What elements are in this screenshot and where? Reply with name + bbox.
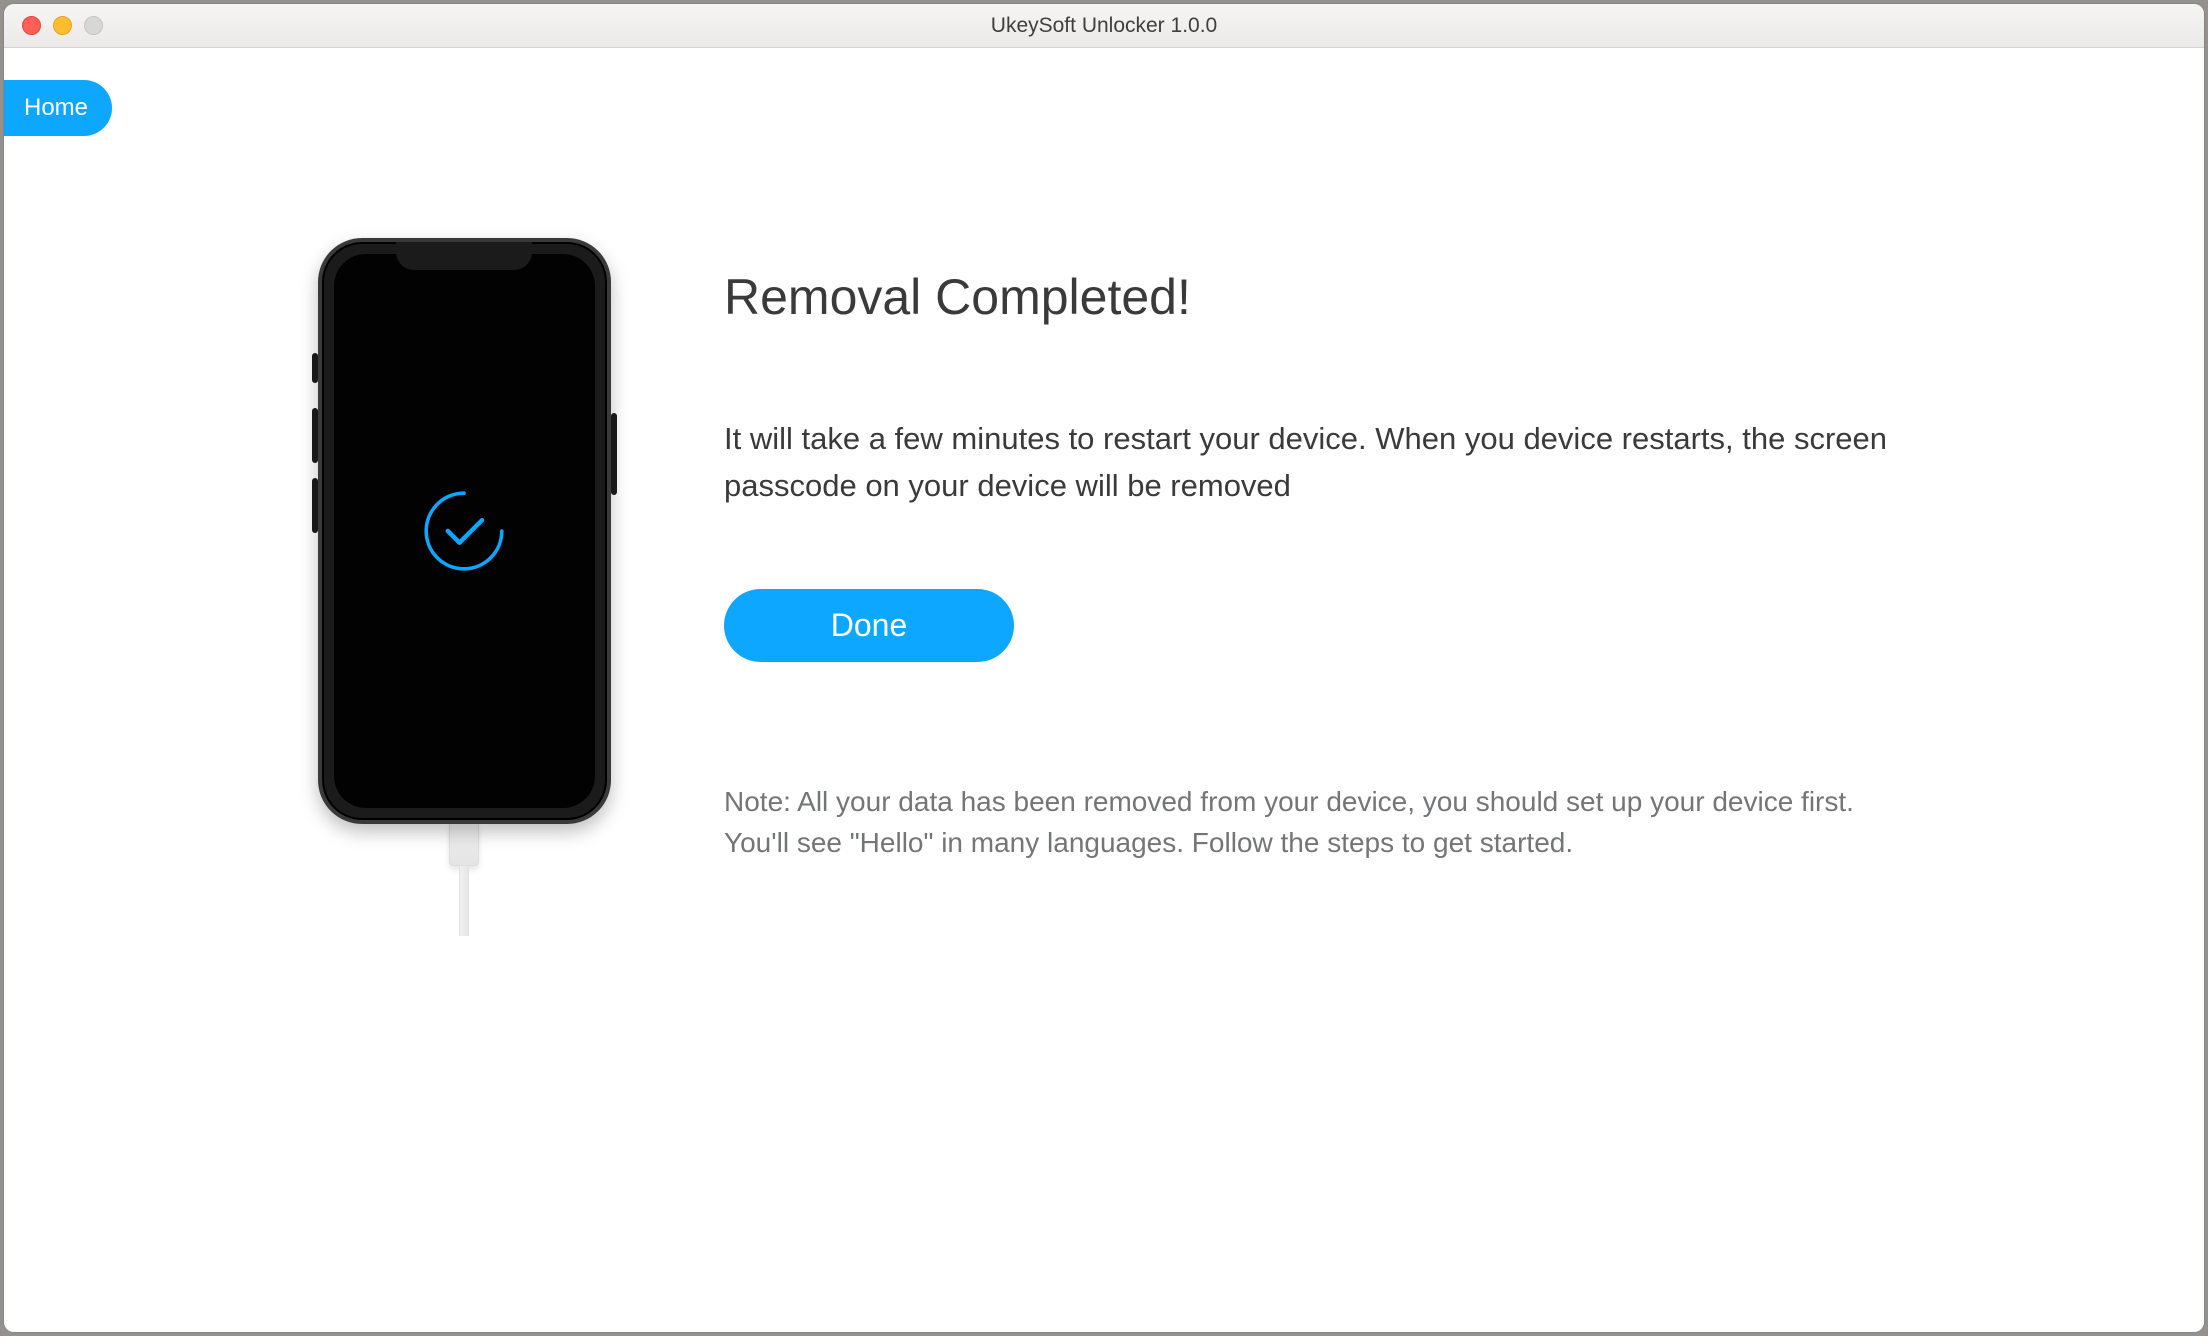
cable-connector xyxy=(449,820,479,866)
main-text-column: Removal Completed! It will take a few mi… xyxy=(724,238,1924,936)
phone-screen xyxy=(334,254,595,808)
checkmark-circle-icon xyxy=(419,486,509,576)
app-window: UkeySoft Unlocker 1.0.0 Home xyxy=(4,4,2204,1332)
phone-side-button xyxy=(312,408,318,463)
phone-body xyxy=(318,238,611,824)
done-button-label: Done xyxy=(831,607,908,643)
traffic-lights xyxy=(4,16,103,35)
close-window-button[interactable] xyxy=(22,16,41,35)
home-button-label: Home xyxy=(24,94,88,121)
phone-side-button xyxy=(611,413,617,495)
phone-mockup xyxy=(318,238,611,824)
phone-side-button xyxy=(312,478,318,533)
main-layout: Removal Completed! It will take a few mi… xyxy=(4,48,2204,936)
cable-wire xyxy=(459,866,469,936)
device-illustration xyxy=(304,238,624,936)
content-area: Home xyxy=(4,48,2204,1332)
titlebar: UkeySoft Unlocker 1.0.0 xyxy=(4,4,2204,48)
body-text: It will take a few minutes to restart yo… xyxy=(724,416,1924,509)
page-title: Removal Completed! xyxy=(724,268,1924,326)
note-text: Note: All your data has been removed fro… xyxy=(724,782,1924,863)
home-button[interactable]: Home xyxy=(4,80,112,136)
minimize-window-button[interactable] xyxy=(53,16,72,35)
done-button[interactable]: Done xyxy=(724,589,1014,662)
phone-side-button xyxy=(312,353,318,383)
phone-notch xyxy=(396,242,532,270)
window-title: UkeySoft Unlocker 1.0.0 xyxy=(4,14,2204,38)
zoom-window-button[interactable] xyxy=(84,16,103,35)
